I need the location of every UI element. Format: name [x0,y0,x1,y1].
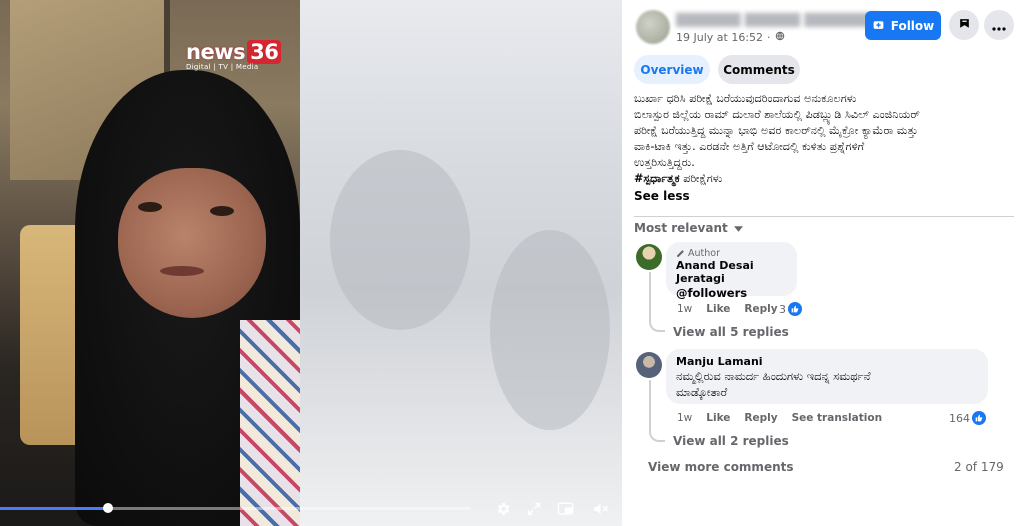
tab-comments[interactable]: Comments [718,55,800,84]
fullscreen-icon[interactable] [521,496,547,522]
follow-label: Follow [890,18,935,33]
more-icon [992,16,1006,35]
comment-text-line: ಮಾಡ್ಕೋತಾರೆ [676,385,728,399]
bookmark-icon [958,16,971,35]
post-date: 19 July at 16:52 [676,31,764,44]
post-line: ಬುರ್ಖಾ ಧರಿಸಿ ಪರೀಕ್ಷೆ ಬರೆಯುವುದರಿಂದಾಗುವ ಅನ… [634,92,857,105]
picture-in-picture-icon[interactable] [552,496,578,522]
like-button[interactable]: Like [706,303,730,315]
author-badge: Author [676,248,787,259]
logo-number: 36 [247,40,282,64]
globe-icon [775,31,785,44]
commenter-avatar[interactable] [636,352,662,378]
post-timestamp[interactable]: 19 July at 16:52 · [676,31,785,44]
post-line: ವಾಕಿ-ಟಾಕಿ ಇತ್ತು. ಎರಡನೇ ಅತ್ತಿಗೆ ಆಟೋದಲ್ಲಿ … [634,140,865,153]
hashtag-link[interactable]: #ಸ್ಪರ್ಧಾತ್ಮಕ [634,172,680,185]
tab-overview[interactable]: Overview [634,55,710,84]
channel-logo: news 36 Digital | TV | Media [186,40,286,71]
thread-connector [649,272,665,332]
comment-actions: 1w Like Reply [677,303,778,315]
logo-text: news [186,40,246,64]
see-less-link[interactable]: See less [634,188,1014,204]
comment-count: 2 of 179 [954,460,1004,474]
divider [634,216,1014,217]
thread-connector [649,380,665,442]
more-options-button[interactable] [984,10,1014,40]
pencil-icon [677,250,684,257]
view-replies-link[interactable]: View all 2 replies [673,434,789,448]
comment-bubble: Author Anand Desai Jeratagi @followers [666,242,797,300]
settings-icon[interactable] [490,496,516,522]
like-button[interactable]: Like [706,412,730,424]
follow-button[interactable]: Follow [865,11,941,40]
comment-time[interactable]: 1w [677,412,692,424]
author-name-blurred[interactable]: ███████ ██████ ████████ [676,13,878,27]
like-reaction-icon [972,411,986,425]
progress-handle[interactable] [103,503,113,513]
author-avatar[interactable] [636,10,670,44]
follow-icon [872,18,885,34]
author-badge-label: Author [688,248,720,259]
view-more-comments-link[interactable]: View more comments [648,460,794,474]
comment-actions: 1w Like Reply See translation [677,412,882,424]
person-face [118,168,266,318]
video-controls [0,496,622,526]
chevron-down-icon [733,221,743,235]
like-reaction-icon [788,302,802,316]
progress-fill [0,507,108,510]
view-replies-link[interactable]: View all 5 replies [673,325,789,339]
commenter-name[interactable]: Anand Desai Jeratagi [676,259,787,285]
video-player[interactable]: news 36 Digital | TV | Media [0,0,622,526]
post-line: ಪರೀಕ್ಷೆ ಬರೆಯುತ್ತಿದ್ದ ಮುನ್ನಾ ಭಾಭಿ ಅವರ ಕಾಲ… [634,124,918,137]
sort-label: Most relevant [634,221,728,235]
commenter-name[interactable]: Manju Lamani [676,355,978,368]
reaction-number: 164 [949,411,970,425]
video-frame [0,0,300,526]
post-panel: ███████ ██████ ████████ 19 July at 16:52… [622,0,1024,526]
reply-button[interactable]: Reply [744,412,777,424]
comment-text-line: ನಮ್ಮಲ್ಲಿರುವ ನಾಮರ್ದ ಹಿಂದುಗಳು ಇದನ್ನ ಸಮರ್ಥನ… [676,369,871,383]
sort-comments-dropdown[interactable]: Most relevant [634,221,743,235]
reply-button[interactable]: Reply [744,303,777,315]
save-post-button[interactable] [949,10,979,40]
reaction-count[interactable]: 3 [779,302,802,316]
commenter-avatar[interactable] [636,244,662,270]
logo-subtitle: Digital | TV | Media [186,63,259,71]
post-line: ಉತ್ತರಿಸುತ್ತಿದ್ದರು. [634,156,695,169]
mouth [160,266,204,276]
comment-time[interactable]: 1w [677,303,692,315]
see-translation-button[interactable]: See translation [792,412,882,424]
reaction-number: 3 [779,302,786,316]
comment-bubble: Manju Lamani ನಮ್ಮಲ್ಲಿರುವ ನಾಮರ್ದ ಹಿಂದುಗಳು… [666,349,988,404]
eye [138,202,162,212]
post-line: ಬಿಲಾಸ್ಪುರ ಜಿಲ್ಲೆಯ ರಾಮ್ ದುಲಾರೆ ಶಾಲೆಯಲ್ಲಿ … [634,108,920,121]
mute-icon[interactable] [587,496,613,522]
comment-text[interactable]: @followers [676,285,787,301]
post-body: ಬುರ್ಖಾ ಧರಿಸಿ ಪರೀಕ್ಷೆ ಬರೆಯುವುದರಿಂದಾಗುವ ಅನ… [634,91,1014,204]
reaction-count[interactable]: 164 [949,411,986,425]
eye [210,206,234,216]
hashtag-rest: ಪರೀಕ್ಷೆಗಳು [679,172,723,185]
blurred-background [300,0,622,526]
progress-bar[interactable] [0,503,470,513]
